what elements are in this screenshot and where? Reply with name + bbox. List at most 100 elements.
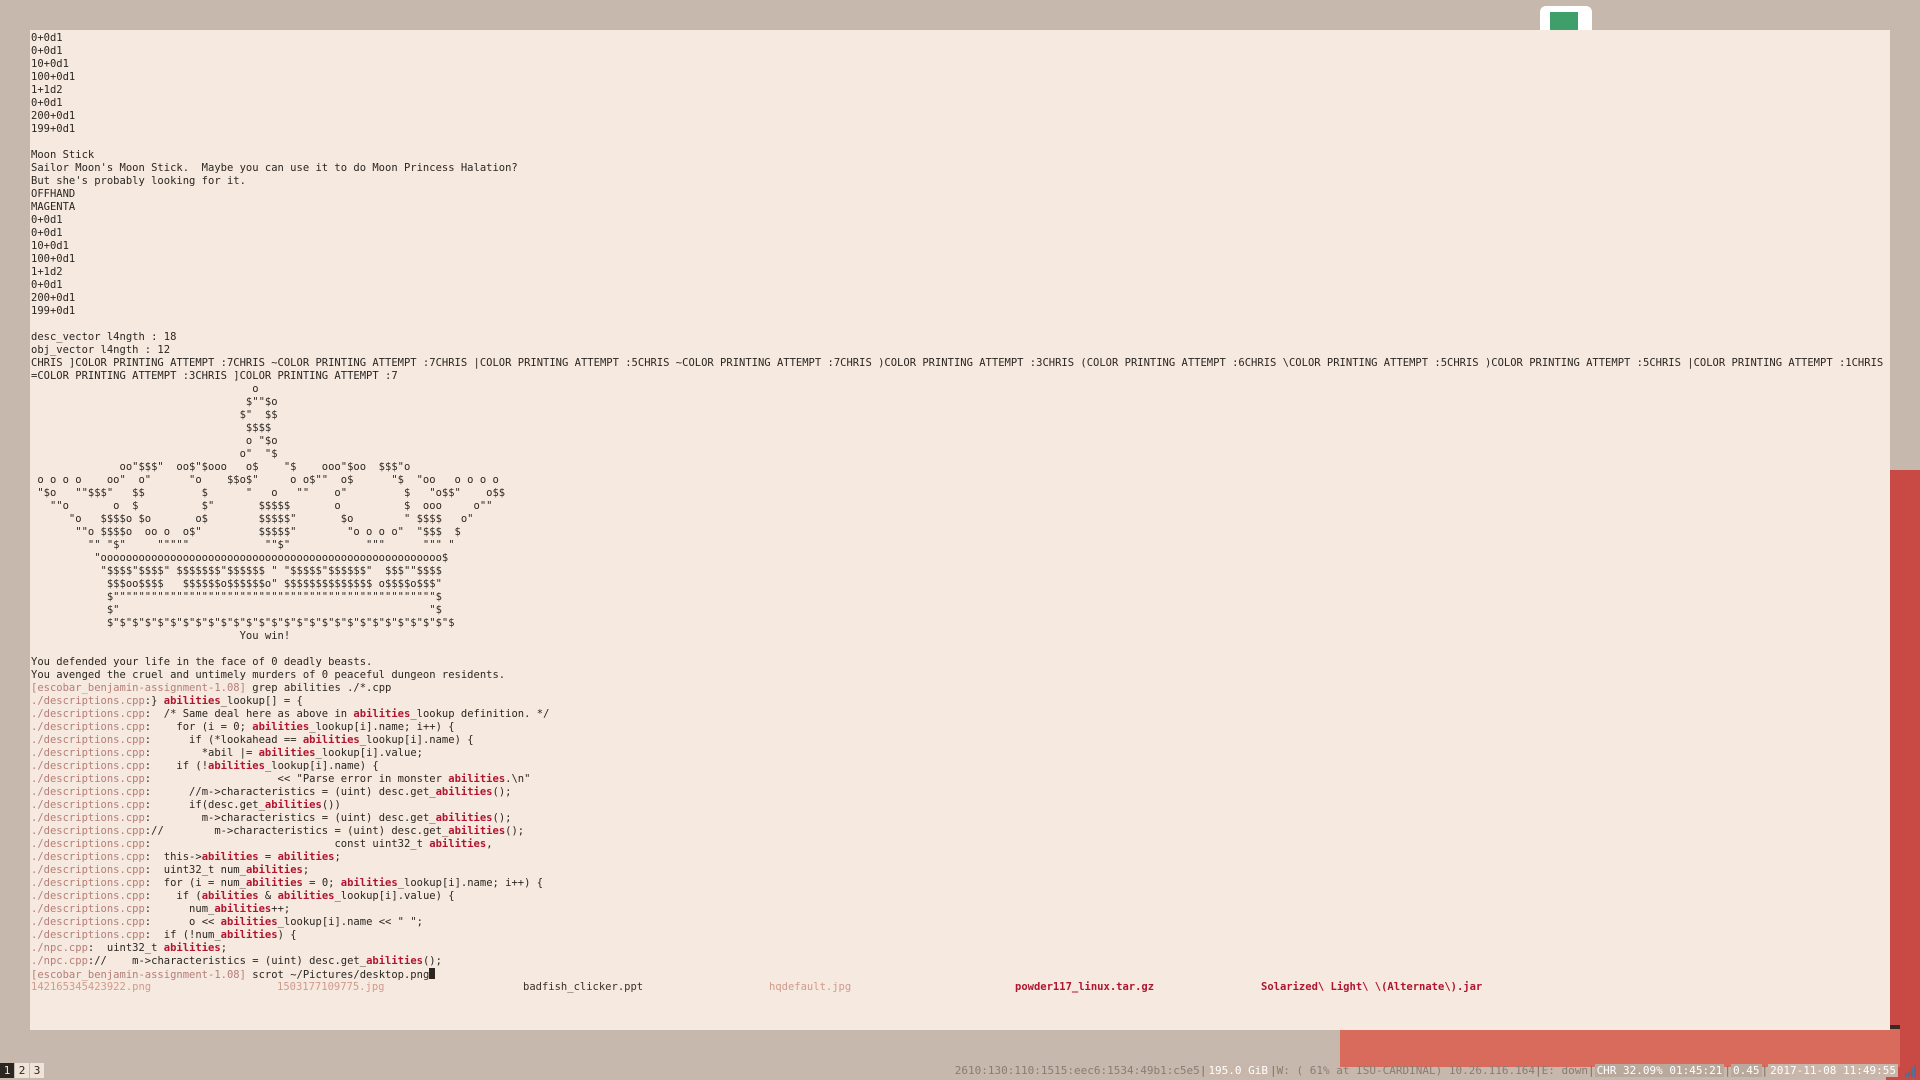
output-line: 200+0d1 [31, 292, 76, 304]
grep-text: o << [151, 916, 221, 928]
ascii-art-line: "o $$$$o $o o$ $$$$$" $o " $$$$ o" [31, 513, 474, 525]
output-line: 199+0d1 [31, 305, 76, 317]
grep-filename: ./descriptions.cpp [31, 695, 145, 707]
grep-text: , [486, 838, 493, 850]
output-line: CHRIS ]COLOR PRINTING ATTEMPT :7CHRIS ~C… [31, 357, 1890, 382]
command-line: [escobar_benjamin-assignment-1.08] grep … [31, 682, 1886, 695]
output-line: 0+0d1 [31, 214, 63, 226]
grep-text: _lookup[i].name) { [359, 734, 474, 746]
output-line: OFFHAND [31, 188, 76, 200]
grep-match: abilities [448, 773, 506, 785]
grep-match: abilities [163, 942, 221, 954]
completion-item[interactable]: badfish_clicker.ppt [523, 981, 769, 994]
grep-match: abilities [208, 760, 265, 772]
grep-text: uint32_t num_ [151, 864, 246, 876]
grep-match: abilities [448, 825, 506, 837]
workspace-button-1[interactable]: 1 [0, 1063, 14, 1078]
grep-filename: ./descriptions.cpp [31, 721, 145, 733]
grep-text: ) { [277, 929, 297, 941]
ethernet-status: E: down [1541, 1064, 1588, 1077]
grep-text: (); [422, 955, 442, 967]
grep-filename: ./descriptions.cpp [31, 929, 145, 941]
grep-text: num_ [151, 903, 215, 915]
output-line: MAGENTA [31, 201, 76, 213]
output-line: 10+0d1 [31, 58, 69, 70]
grep-text: ++; [271, 903, 291, 915]
grep-text: ; [334, 851, 341, 863]
ipv6-address: 2610:130:110:1515:eec6:1534:49b1:c5e5 [954, 1064, 1200, 1077]
grep-match: abilities [245, 864, 303, 876]
command-text: scrot ~/Pictures/desktop.png [245, 969, 430, 981]
completion-item[interactable]: powder117_linux.tar.gz [1015, 981, 1261, 994]
grep-text: for (i = num_ [151, 877, 246, 889]
completion-item[interactable]: hqdefault.jpg [769, 981, 1015, 994]
grep-filename: ./descriptions.cpp [31, 799, 145, 811]
wallpaper-decoration [1340, 1025, 1900, 1067]
network-tray-icon[interactable] [1904, 1064, 1918, 1078]
grep-filename: ./descriptions.cpp [31, 877, 145, 889]
grep-result-line: ./descriptions.cpp: if (!abilities_looku… [31, 760, 1886, 773]
grep-result-line: ./descriptions.cpp: *abil |= abilities_l… [31, 747, 1886, 760]
ascii-art-line: "" "$" """"" ""$" """ """ " [31, 539, 455, 551]
output-line: 199+0d1 [31, 123, 76, 135]
grep-result-line: ./descriptions.cpp: if (!num_abilities) … [31, 929, 1886, 942]
grep-text: _lookup[i].name << " "; [277, 916, 423, 928]
grep-result-line: ./descriptions.cpp: << "Parse error in m… [31, 773, 1886, 786]
grep-result-line: ./descriptions.cpp: if (*lookahead == ab… [31, 734, 1886, 747]
completion-item[interactable]: Solarized\ Light\ \(Alternate\).jar [1261, 981, 1507, 994]
load-average: 0.45 [1731, 1064, 1762, 1077]
grep-text: // m->characteristics = (uint) desc.get_ [151, 825, 449, 837]
completion-item[interactable]: 1421653454239​22.png [31, 981, 277, 994]
workspace-button-3[interactable]: 3 [30, 1063, 44, 1078]
grep-text: for (i = 0; [151, 721, 253, 733]
completion-item[interactable]: 1503177109775.jpg [277, 981, 523, 994]
ascii-art-line: $"""""""""""""""""""""""""""""""""""""""… [31, 591, 442, 603]
completion-list: 1421653454239​22.png 1503177109775.jpg bad… [31, 981, 1886, 994]
ascii-art-line: $" $$ [31, 409, 278, 421]
grep-text: ; [302, 864, 310, 876]
grep-match: abilities [302, 734, 360, 746]
terminal-window[interactable]: 0+0d1 0+0d1 10+0d1 100+0d1 1+1d2 0+0d1 200+0d1… [30, 30, 1890, 1030]
workspace-switcher: 123 [0, 1063, 44, 1078]
grep-filename: ./descriptions.cpp [31, 890, 145, 902]
grep-match: abilities [366, 955, 423, 967]
grep-text: } [151, 695, 164, 707]
grep-text: _lookup[] = { [220, 695, 303, 707]
grep-match: abilities [435, 812, 493, 824]
grep-filename: ./descriptions.cpp [31, 864, 145, 876]
grep-text: if (*lookahead == [151, 734, 303, 746]
grep-match: abilities [435, 786, 493, 798]
output-line: 10+0d1 [31, 240, 69, 252]
clock: 2017-11-08 11:49:55 [1768, 1064, 1898, 1077]
grep-filename: ./descriptions.cpp [31, 786, 145, 798]
workspace-button-2[interactable]: 2 [15, 1063, 29, 1078]
grep-match: abilities [252, 721, 310, 733]
output-line: desc_vector l4ngth : 18 [31, 331, 177, 343]
grep-match: abilities [264, 799, 322, 811]
ascii-art-line: $$$oo$$$$ $$$$$$o$$$$$$o" $$$$$$$$$$$$$$… [31, 578, 442, 590]
grep-text: const uint32_t [151, 838, 430, 850]
ascii-art-line: "ooooooooooooooooooooooooooooooooooooooo… [31, 552, 449, 564]
wallpaper-decoration [1886, 470, 1920, 1080]
output-line: 0+0d1 [31, 45, 63, 57]
grep-filename: ./descriptions.cpp [31, 708, 145, 720]
ascii-art-line: $""$o [31, 396, 278, 408]
grep-result-line: ./descriptions.cpp:} abilities_lookup[] … [31, 695, 1886, 708]
grep-filename: ./descriptions.cpp [31, 734, 145, 746]
grep-match: abilities [163, 695, 221, 707]
grep-text: if (! [151, 760, 209, 772]
grep-text: _lookup[i].name) { [264, 760, 379, 772]
output-line: 0+0d1 [31, 227, 63, 239]
wifi-status: W: ( 61% at ISU-CARDINAL) 10.26.116.164 [1276, 1064, 1535, 1077]
grep-result-line: ./descriptions.cpp: if(desc.get_abilitie… [31, 799, 1886, 812]
grep-text: & [258, 890, 278, 902]
grep-match: abilities [277, 890, 335, 902]
grep-text: _lookup[i].name; i++) { [309, 721, 455, 733]
ascii-art-line: ""o $$$$o oo o o$" $$$$$" "o o o o" "$$$… [31, 526, 461, 538]
grep-match: abilities [201, 890, 259, 902]
grep-text: // m->characteristics = (uint) desc.get_ [94, 955, 367, 967]
grep-filename: ./descriptions.cpp [31, 760, 145, 772]
grep-text: _lookup[i].value) { [334, 890, 455, 902]
